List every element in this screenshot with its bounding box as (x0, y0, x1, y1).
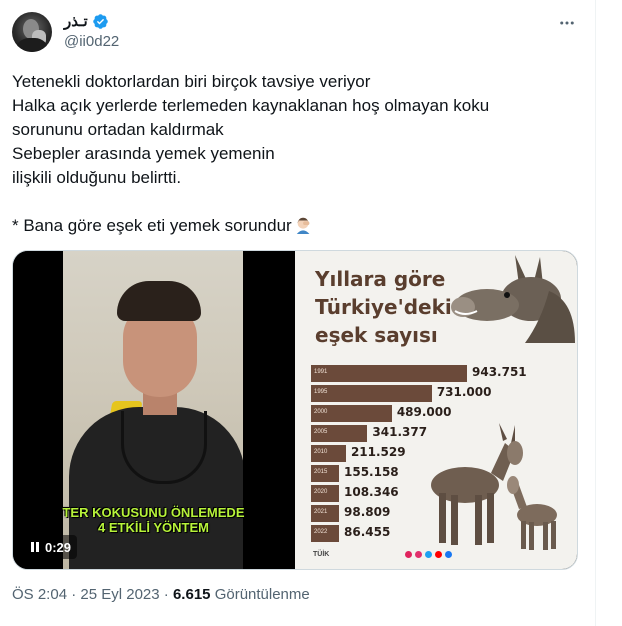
bar: 2022 (311, 525, 339, 542)
infographic-title-line1: Yıllara göre (315, 267, 446, 291)
infographic-title-line2: Türkiye'deki (315, 295, 452, 319)
video-caption-line1: TER KOKUSUNU ÖNLEMEDE (62, 505, 245, 520)
brand-logos (405, 551, 452, 558)
bar-value-label: 98.809 (344, 505, 391, 519)
bar: 2021 (311, 505, 339, 522)
person-hair (117, 281, 201, 321)
bar-value-label: 108.346 (344, 485, 399, 499)
brand-dot-icon (425, 551, 432, 558)
tweet-text-last-line: * Bana göre eşek eti yemek sorundur (12, 214, 582, 238)
bar: 2015 (311, 465, 339, 482)
tweet-text-line: * Bana göre eşek eti yemek sorundur (12, 216, 292, 235)
brand-dot-icon (415, 551, 422, 558)
bar-year-label: 2000 (314, 409, 328, 415)
bar-year-label: 1991 (314, 369, 328, 375)
bar: 2010 (311, 445, 346, 462)
pause-button[interactable]: 0:29 (25, 535, 78, 559)
donkey-infographic[interactable]: Yıllara göre Türkiye'deki eşek sayısı 19… (295, 251, 577, 569)
tweet-text-line: Yetenekli doktorlardan biri birçok tavsi… (12, 72, 371, 91)
pause-icon (31, 542, 39, 552)
bar-value-label: 943.751 (472, 365, 527, 379)
display-name[interactable]: تـذر (64, 12, 88, 30)
bar: 1991 (311, 365, 467, 382)
stethoscope (121, 411, 207, 484)
bar-year-label: 2020 (314, 489, 328, 495)
tweet-text-line: Sebepler arasında yemek yemenin (12, 144, 275, 163)
brand-dot-icon (405, 551, 412, 558)
video-caption-line2: 4 ETKİLİ YÖNTEM (98, 520, 209, 535)
man-facepalming-emoji-icon (296, 217, 310, 234)
bar-year-label: 1995 (314, 389, 328, 395)
tweet-text-line (12, 190, 582, 214)
views-label: Görüntülenme (214, 586, 310, 603)
bar-year-label: 2021 (314, 509, 328, 515)
video-duration: 0:29 (45, 539, 72, 555)
bar-value-label: 86.455 (344, 525, 391, 539)
media-card[interactable]: TER KOKUSUNU ÖNLEMEDE 4 ETKİLİ YÖNTEM 0:… (12, 250, 578, 570)
bar-year-label: 2010 (314, 449, 328, 455)
bar: 1995 (311, 385, 432, 402)
bar-value-label: 155.158 (344, 465, 399, 479)
bar-year-label: 2005 (314, 429, 328, 435)
author-handle[interactable]: @ii0d22 (64, 33, 119, 50)
donkeys-illustration (431, 423, 557, 550)
verified-badge-icon (92, 13, 108, 29)
tweet-text-line: Halka açık yerlerde terlemeden kaynaklan… (12, 96, 490, 115)
timeline-border (595, 0, 596, 626)
infographic-source: TÜİK (313, 551, 330, 558)
donkey-head-illustration (451, 255, 575, 343)
avatar[interactable] (12, 12, 52, 52)
bar-value-label: 489.000 (396, 405, 452, 419)
tweet-text-line: ilişkili olduğunu belirtti. (12, 168, 182, 187)
bar: 2000 (311, 405, 392, 422)
tweet-date[interactable]: 25 Eyl 2023 (80, 586, 159, 603)
meta-separator: · (163, 586, 169, 603)
brand-dot-icon (435, 551, 442, 558)
meta-separator: · (71, 586, 77, 603)
video-player[interactable]: TER KOKUSUNU ÖNLEMEDE 4 ETKİLİ YÖNTEM 0:… (13, 251, 294, 569)
tweet-time[interactable]: ÖS 2:04 (12, 586, 67, 603)
bar-value-label: 731.000 (436, 385, 492, 399)
bar-year-label: 2015 (314, 469, 328, 475)
brand-dot-icon (445, 551, 452, 558)
tweet-text: Yetenekli doktorlardan biri birçok tavsi… (12, 70, 582, 238)
bar-value-label: 211.529 (350, 445, 406, 459)
bar: 2020 (311, 485, 339, 502)
infographic-title-line3: eşek sayısı (315, 323, 438, 347)
bar-year-label: 2022 (314, 529, 328, 535)
views-count: 6.615 (172, 586, 211, 603)
tweet-text-line: sorununu ortadan kaldırmak (12, 120, 224, 139)
bar: 2005 (311, 425, 368, 442)
author-name-row: تـذر (64, 12, 109, 30)
tweet-meta: ÖS 2:04 · 25 Eyl 2023 · 6.615 Görüntülen… (12, 586, 310, 603)
more-options-icon[interactable] (556, 12, 578, 34)
